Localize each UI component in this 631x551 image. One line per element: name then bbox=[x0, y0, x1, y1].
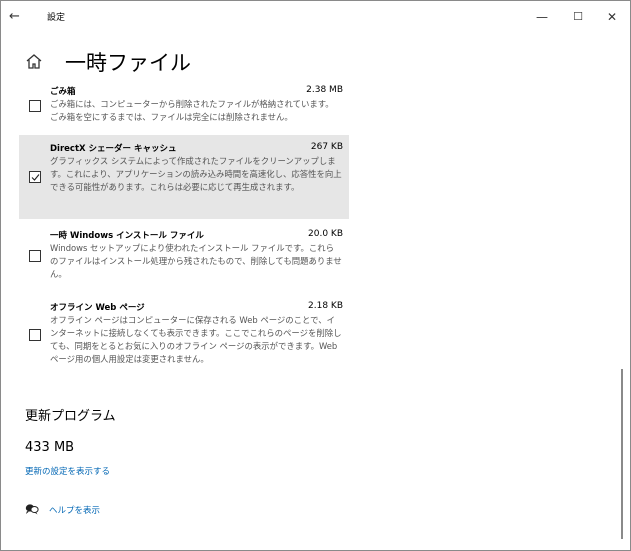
recycle-bin-checkbox[interactable] bbox=[29, 100, 41, 112]
help-chat-icon bbox=[25, 504, 39, 515]
updates-section-title: 更新プログラム bbox=[25, 409, 116, 424]
updates-size: 433 MB bbox=[25, 440, 75, 455]
list-item-windows-install-files: 一時 Windows インストール ファイル 20.0 KB Windows セ… bbox=[19, 229, 349, 291]
home-icon[interactable] bbox=[25, 53, 43, 71]
item-name: ごみ箱 bbox=[50, 87, 76, 97]
list-item-offline-web-pages: オフライン Web ページ 2.18 KB オフライン ページはコンピューターに… bbox=[19, 301, 349, 376]
item-name: オフライン Web ページ bbox=[50, 303, 145, 313]
item-size: 20.0 KB bbox=[308, 229, 343, 239]
item-description: グラフィックス システムによって作成されたファイルをクリーンアップします。これに… bbox=[50, 156, 342, 192]
item-size: 2.18 KB bbox=[308, 301, 343, 311]
back-arrow-icon[interactable]: ← bbox=[9, 7, 33, 27]
maximize-button[interactable]: ☐ bbox=[563, 7, 593, 27]
settings-window: ← 設定 — ☐ ✕ 一時ファイル ごみ箱 2.38 MB ごみ箱には、コンピュ… bbox=[0, 0, 631, 551]
list-item-directx-shader-cache: DirectX シェーダー キャッシュ 267 KB グラフィックス システムに… bbox=[19, 135, 349, 219]
list-item-recycle-bin: ごみ箱 2.38 MB ごみ箱には、コンピューターから削除されたファイルが格納さ… bbox=[19, 85, 349, 129]
get-help-link[interactable]: ヘルプを表示 bbox=[49, 504, 100, 516]
item-description: ごみ箱には、コンピューターから削除されたファイルが格納されています。ごみ箱を空に… bbox=[50, 99, 334, 122]
item-description: Windows セットアップにより使われたインストール ファイルです。これらのフ… bbox=[50, 243, 342, 279]
page-title: 一時ファイル bbox=[65, 51, 191, 75]
view-update-settings-link[interactable]: 更新の設定を表示する bbox=[25, 465, 110, 477]
offline-web-pages-checkbox[interactable] bbox=[29, 329, 41, 341]
item-name: 一時 Windows インストール ファイル bbox=[50, 231, 204, 241]
directx-shader-cache-checkbox[interactable] bbox=[29, 171, 41, 183]
item-name: DirectX シェーダー キャッシュ bbox=[50, 144, 177, 154]
window-title: 設定 bbox=[47, 13, 66, 23]
minimize-button[interactable]: — bbox=[527, 7, 557, 27]
close-button[interactable]: ✕ bbox=[597, 7, 627, 27]
windows-install-files-checkbox[interactable] bbox=[29, 250, 41, 262]
title-bar: ← 設定 — ☐ ✕ bbox=[1, 1, 630, 33]
checkmark-icon bbox=[31, 174, 40, 181]
item-size: 267 KB bbox=[310, 142, 343, 152]
item-size: 2.38 MB bbox=[306, 85, 343, 95]
scrollbar[interactable] bbox=[621, 369, 623, 539]
item-description: オフライン ページはコンピューターに保存される Web ページのことで、インター… bbox=[50, 315, 342, 364]
